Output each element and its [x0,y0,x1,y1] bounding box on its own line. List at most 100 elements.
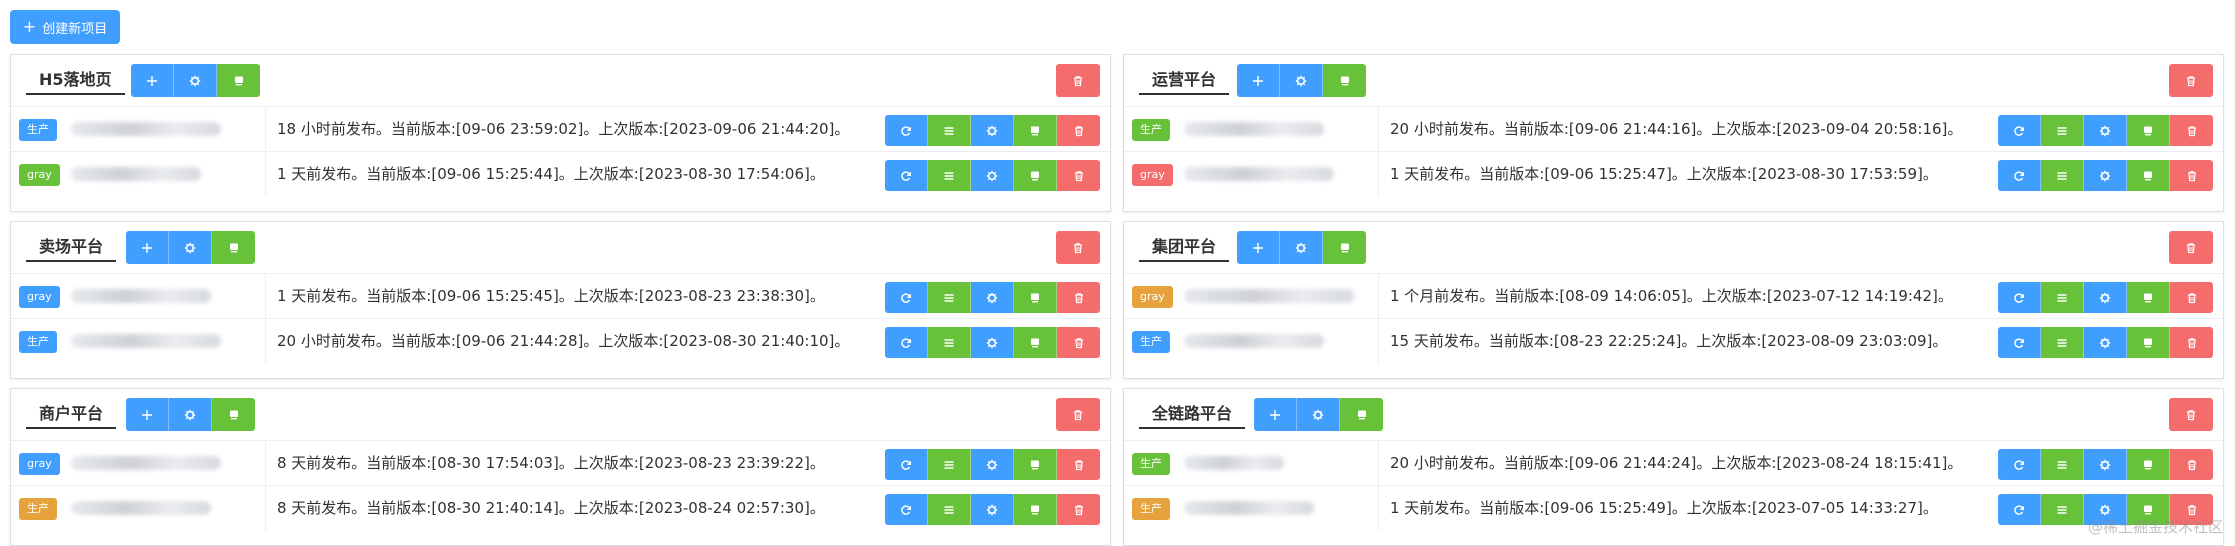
delete-project-button[interactable] [2169,398,2213,431]
refresh-button[interactable] [885,494,928,525]
add-env-button[interactable] [1254,398,1297,431]
deploy-button[interactable] [2127,327,2170,358]
env-settings-button[interactable] [971,282,1014,313]
refresh-button[interactable] [1998,115,2041,146]
delete-project-button[interactable] [1056,398,1100,431]
refresh-button[interactable] [885,115,928,146]
history-button[interactable] [928,160,971,191]
refresh-button[interactable] [1998,494,2041,525]
history-button[interactable] [2041,449,2084,480]
gear-icon [986,170,998,182]
delete-env-button[interactable] [2170,160,2213,191]
add-env-button[interactable] [126,398,169,431]
refresh-button[interactable] [885,449,928,480]
env-settings-button[interactable] [971,160,1014,191]
env-actions [885,327,1100,358]
delete-env-button[interactable] [1057,282,1100,313]
refresh-button[interactable] [885,160,928,191]
deploy-button[interactable] [1014,449,1057,480]
project-deploy-button[interactable] [212,398,255,431]
deploy-button[interactable] [1014,282,1057,313]
project-settings-button[interactable] [169,398,212,431]
env-settings-button[interactable] [971,449,1014,480]
project-settings-button[interactable] [1280,64,1323,97]
plus-icon [146,75,158,87]
project-deploy-button[interactable] [217,64,260,97]
history-button[interactable] [928,449,971,480]
env-settings-button[interactable] [2084,160,2127,191]
delete-project-button[interactable] [1056,231,1100,264]
env-badge: 生产 [1132,453,1170,475]
add-env-button[interactable] [1237,231,1280,264]
refresh-button[interactable] [1998,160,2041,191]
project-settings-button[interactable] [169,231,212,264]
refresh-button[interactable] [1998,327,2041,358]
delete-env-button[interactable] [2170,449,2213,480]
gear-icon [986,459,998,471]
project-actions [131,64,260,97]
history-button[interactable] [2041,327,2084,358]
deploy-button[interactable] [1014,494,1057,525]
project-settings-button[interactable] [1297,398,1340,431]
deploy-button[interactable] [2127,160,2170,191]
delete-project-button[interactable] [1056,64,1100,97]
delete-env-button[interactable] [2170,327,2213,358]
column-divider [1378,319,1379,364]
env-settings-button[interactable] [2084,327,2127,358]
project-actions [1237,231,1366,264]
delete-env-button[interactable] [1057,160,1100,191]
history-button[interactable] [928,494,971,525]
delete-env-button[interactable] [1057,115,1100,146]
history-button[interactable] [2041,160,2084,191]
delete-project-button[interactable] [2169,64,2213,97]
env-settings-button[interactable] [971,115,1014,146]
project-deploy-button[interactable] [1323,231,1366,264]
delete-env-button[interactable] [1057,449,1100,480]
project-settings-button[interactable] [1280,231,1323,264]
column-divider [1378,152,1379,197]
history-button[interactable] [928,282,971,313]
env-settings-button[interactable] [2084,282,2127,313]
history-button[interactable] [928,327,971,358]
gear-icon [986,292,998,304]
history-button[interactable] [2041,282,2084,313]
delete-env-button[interactable] [2170,282,2213,313]
delete-project-button[interactable] [2169,231,2213,264]
refresh-button[interactable] [1998,282,2041,313]
refresh-button[interactable] [1998,449,2041,480]
gear-icon [1295,242,1307,254]
env-settings-button[interactable] [971,494,1014,525]
refresh-icon [900,504,912,516]
deploy-button[interactable] [2127,115,2170,146]
panel-header: 全链路平台 [1124,389,2223,441]
list-icon [943,170,955,182]
deploy-button[interactable] [2127,449,2170,480]
refresh-button[interactable] [885,327,928,358]
project-deploy-button[interactable] [1340,398,1383,431]
delete-env-button[interactable] [1057,494,1100,525]
add-env-button[interactable] [131,64,174,97]
refresh-button[interactable] [885,282,928,313]
create-project-button[interactable]: + 创建新项目 [10,10,120,44]
history-button[interactable] [2041,115,2084,146]
add-env-button[interactable] [1237,64,1280,97]
history-button[interactable] [2041,494,2084,525]
env-settings-button[interactable] [2084,115,2127,146]
deploy-button[interactable] [1014,115,1057,146]
deploy-button[interactable] [2127,282,2170,313]
project-deploy-button[interactable] [212,231,255,264]
history-button[interactable] [928,115,971,146]
add-env-button[interactable] [126,231,169,264]
deploy-button[interactable] [1014,327,1057,358]
project-deploy-button[interactable] [1323,64,1366,97]
delete-env-button[interactable] [2170,115,2213,146]
env-settings-button[interactable] [2084,449,2127,480]
trash-icon [2185,75,2197,87]
deploy-button[interactable] [1014,160,1057,191]
delete-env-button[interactable] [1057,327,1100,358]
project-settings-button[interactable] [174,64,217,97]
env-badge: gray [19,286,60,308]
monitor-icon [1029,292,1041,304]
trash-icon [2186,125,2198,137]
env-settings-button[interactable] [971,327,1014,358]
